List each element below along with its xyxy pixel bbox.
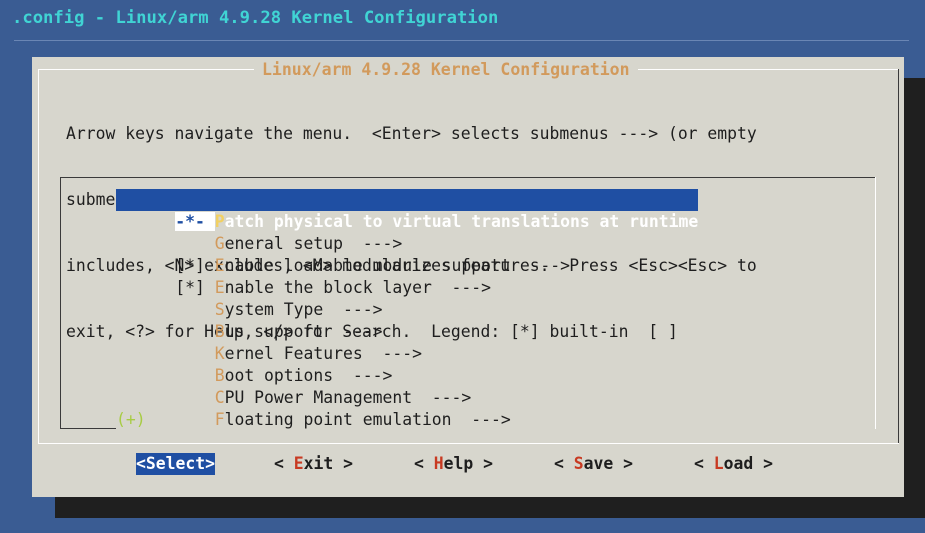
save-button[interactable]: < Save > — [554, 453, 633, 475]
menu-item-general-setup[interactable]: General setup ---> — [116, 211, 403, 253]
dialog-frame-left — [38, 69, 39, 443]
help-line: Arrow keys navigate the menu. <Enter> se… — [66, 124, 757, 143]
button-label: ave — [583, 454, 614, 473]
menu-item-label: loating point emulation ---> — [224, 410, 511, 429]
button-bracket: > — [473, 454, 493, 473]
menu-item-boot-options[interactable]: Boot options ---> — [116, 343, 393, 385]
config-dialog: Linux/arm 4.9.28 Kernel Configuration Ar… — [32, 57, 904, 497]
button-bracket: > — [205, 454, 215, 473]
menu-item-floating-point[interactable]: Floating point emulation ---> — [116, 387, 511, 429]
dialog-frame-sep — [38, 443, 899, 444]
window-title-bar: .config - Linux/arm 4.9.28 Kernel Config… — [0, 0, 925, 44]
button-hotkey: L — [713, 454, 724, 473]
menu-item-bus-support[interactable]: Bus support ---> — [116, 299, 383, 341]
button-label: xit — [303, 454, 334, 473]
menu-item-loadable-modules[interactable]: [*] Enable loadable module support ---> — [116, 233, 570, 275]
menu-frame-bottom — [60, 428, 116, 429]
help-button[interactable]: < Help > — [414, 453, 493, 475]
button-hotkey: S — [145, 454, 156, 473]
button-hotkey: H — [433, 454, 444, 473]
title-divider — [14, 40, 909, 41]
button-bracket: < — [554, 454, 574, 473]
menu-list[interactable]: -*- Patch physical to virtual translatio… — [60, 177, 876, 429]
button-label: elp — [443, 454, 474, 473]
menu-frame-top — [60, 177, 876, 178]
button-bracket: < — [274, 454, 294, 473]
button-hotkey: E — [293, 454, 304, 473]
load-button[interactable]: < Load > — [694, 453, 773, 475]
button-label: oad — [723, 454, 754, 473]
menu-item-system-type[interactable]: System Type ---> — [116, 277, 383, 319]
button-bracket: > — [613, 454, 633, 473]
menu-frame-left — [60, 177, 61, 429]
button-row: <Select> < Exit > < Help > < Save > < Lo… — [32, 449, 904, 479]
button-hotkey: S — [573, 454, 584, 473]
button-bracket: > — [333, 454, 353, 473]
scroll-more-indicator: (+) — [116, 410, 146, 429]
menu-item-kernel-features[interactable]: Kernel Features ---> — [116, 321, 422, 363]
menu-item-prefix — [175, 410, 214, 429]
dialog-title: Linux/arm 4.9.28 Kernel Configuration — [254, 60, 638, 79]
button-label: elect — [155, 454, 206, 473]
menu-item-cpu-power[interactable]: CPU Power Management ---> — [116, 365, 472, 407]
button-bracket: < — [414, 454, 434, 473]
button-bracket: < — [136, 454, 146, 473]
menu-item-block-layer[interactable]: [*] Enable the block layer ---> — [116, 255, 491, 297]
button-bracket: > — [753, 454, 773, 473]
dialog-frame-right — [898, 69, 899, 443]
menu-item-hotkey: F — [214, 410, 225, 429]
menu-frame-right — [875, 177, 876, 429]
button-bracket: < — [694, 454, 714, 473]
select-button[interactable]: <Select> — [136, 453, 215, 475]
menu-item-patch-phys-virt[interactable]: -*- Patch physical to virtual translatio… — [116, 189, 699, 231]
exit-button[interactable]: < Exit > — [274, 453, 353, 475]
window-title: .config - Linux/arm 4.9.28 Kernel Config… — [12, 8, 499, 28]
